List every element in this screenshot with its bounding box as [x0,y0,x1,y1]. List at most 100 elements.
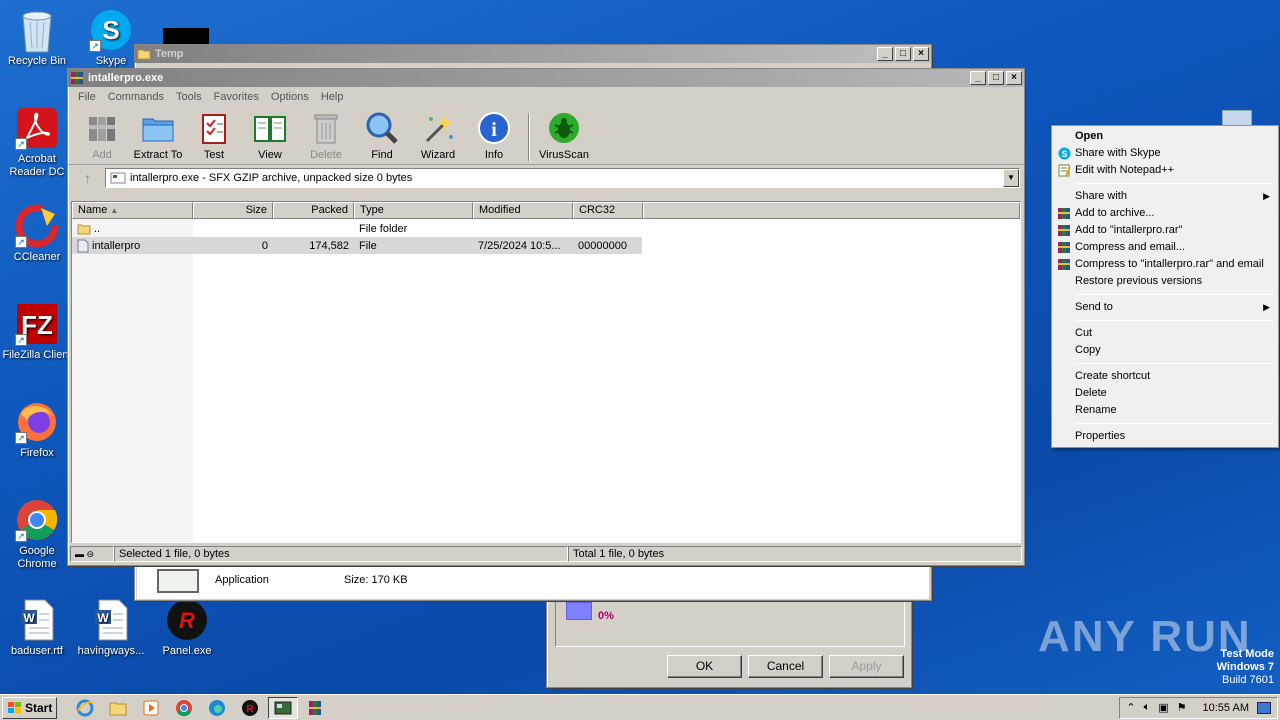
desktop-icon-panel-exe[interactable]: R Panel.exe [150,598,224,658]
desktop-icon-baduser[interactable]: W baduser.rtf [0,598,74,658]
column-type[interactable]: Type [354,202,473,219]
clock[interactable]: 10:55 AM [1203,702,1249,714]
taskbar-chrome-icon[interactable] [169,697,199,719]
menu-item-properties[interactable]: Properties [1054,428,1276,445]
menu-options[interactable]: Options [265,91,315,103]
desktop-icon-firefox[interactable]: ↗ Firefox [0,400,74,460]
winrar-icon [1058,207,1071,220]
menu-item-open[interactable]: Open [1054,128,1276,145]
menu-separator [1076,294,1274,295]
delete-button[interactable]: Delete [298,111,354,164]
cancel-button[interactable]: Cancel [748,655,823,678]
winrar-titlebar[interactable]: intallerpro.exe _ □ × [68,69,1024,87]
desktop-icon-chrome[interactable]: ↗ Google Chrome [0,498,74,571]
close-button[interactable]: × [913,47,929,61]
minimize-button[interactable]: _ [877,47,893,61]
find-button[interactable]: Find [354,111,410,164]
menu-tools[interactable]: Tools [170,91,208,103]
taskbar-explorer-icon[interactable] [103,697,133,719]
column-crc32[interactable]: CRC32 [573,202,643,219]
menu-item-share-skype[interactable]: S Share with Skype [1054,145,1276,162]
desktop-file-icon-partial [1222,110,1252,126]
taskbar-media-player-icon[interactable] [136,697,166,719]
wizard-button[interactable]: Wizard [410,111,466,164]
volume-icon[interactable]: 🔈︎ [1144,701,1151,714]
tray-expand-icon[interactable]: ⌃ [1126,701,1135,714]
column-size[interactable]: Size [193,202,273,219]
start-button[interactable]: Start [2,696,58,719]
action-center-flag-icon[interactable]: ⚑ [1177,701,1187,714]
menu-file[interactable]: File [72,91,102,103]
menu-item-delete[interactable]: Delete [1054,385,1276,402]
close-button[interactable]: × [1006,71,1022,85]
desktop-icon-label: Acrobat Reader DC [9,153,65,178]
taskbar-app-window-icon[interactable] [268,696,299,719]
add-button[interactable]: Add [74,111,130,164]
maximize-button[interactable]: □ [988,71,1004,85]
extract-to-button[interactable]: Extract To [130,111,186,164]
taskbar-redline-icon[interactable]: R [235,697,265,719]
test-button[interactable]: Test [186,111,242,164]
virusscan-button[interactable]: VirusScan [536,111,592,164]
drive-icons[interactable]: ▬ ⊖ [70,546,114,562]
menu-item-compress-rar-email[interactable]: Compress to "intallerpro.rar" and email [1054,256,1276,273]
ok-button[interactable]: OK [667,655,742,678]
word-document-icon: W [89,598,133,642]
taskbar-winrar-icon[interactable] [301,697,331,719]
menu-item-copy[interactable]: Copy [1054,342,1276,359]
menu-item-restore-versions[interactable]: Restore previous versions [1054,273,1276,290]
submenu-arrow-icon: ▶ [1263,302,1270,312]
skype-icon: S ↗ [89,8,133,52]
menu-item-add-to-rar[interactable]: Add to "intallerpro.rar" [1054,222,1276,239]
list-item[interactable]: .. File folder [72,220,643,237]
menu-favorites[interactable]: Favorites [208,91,265,103]
menu-item-notepadpp[interactable]: Edit with Notepad++ [1054,162,1276,179]
info-button[interactable]: i Info [466,111,522,164]
menu-item-send-to[interactable]: Send to ▶ [1054,299,1276,316]
desktop-icon-ccleaner[interactable]: ↗ CCleaner [0,204,74,264]
toolbar: Add Extract To Test View Delete Find Wiz… [68,107,1024,165]
test-clipboard-icon [202,114,226,144]
notepadpp-icon [1058,164,1071,177]
menu-help[interactable]: Help [315,91,350,103]
view-button[interactable]: View [242,111,298,164]
progress-area: 0% [555,599,905,647]
view-book-icon [254,116,286,142]
chevron-down-icon[interactable]: ▼ [1003,169,1019,187]
bug-icon [549,113,579,143]
column-packed[interactable]: Packed [273,202,354,219]
list-item-selected[interactable]: intallerpro 0 174,582 File 7/25/2024 10:… [72,237,642,254]
menu-item-rename[interactable]: Rename [1054,402,1276,419]
desktop-icon-label: Firefox [20,447,54,459]
extract-folder-icon [142,118,174,142]
temp-titlebar[interactable]: Temp _ □ × [135,45,931,63]
minimize-button[interactable]: _ [970,71,986,85]
desktop-icon-acrobat[interactable]: ↗ Acrobat Reader DC [0,106,74,179]
redline-app-icon: R [165,598,209,642]
menu-item-cut[interactable]: Cut [1054,325,1276,342]
desktop-icon-filezilla[interactable]: FZ ↗ FileZilla Client [0,302,74,362]
up-arrow-icon[interactable]: ↑ [84,170,91,186]
archive-path-field[interactable]: intallerpro.exe - SFX GZIP archive, unpa… [105,168,1020,188]
network-icon[interactable]: ▣ [1158,701,1168,714]
column-name[interactable]: Name ▲ [72,202,193,219]
menu-commands[interactable]: Commands [102,91,170,103]
column-modified[interactable]: Modified [473,202,573,219]
desktop-icon-havingways[interactable]: W havingways... [74,598,148,658]
apply-button[interactable]: Apply [829,655,904,678]
maximize-button[interactable]: □ [895,47,911,61]
file-list[interactable]: Name ▲ Size Packed Type Modified CRC32 .… [71,201,1021,543]
desktop-icon-label: CCleaner [13,251,61,263]
desktop-icon-recycle-bin[interactable]: Recycle Bin [0,8,74,68]
taskbar-ie-icon[interactable] [70,697,100,719]
menu-item-create-shortcut[interactable]: Create shortcut [1054,368,1276,385]
menu-item-compress-email[interactable]: Compress and email... [1054,239,1276,256]
context-menu: Open S Share with Skype Edit with Notepa… [1051,125,1279,448]
archive-file-icon [110,172,126,184]
winrar-window[interactable]: intallerpro.exe _ □ × File Commands Tool… [67,68,1025,566]
menu-item-share-with[interactable]: Share with ▶ [1054,188,1276,205]
show-desktop-icon[interactable] [1257,701,1271,714]
menu-item-add-to-archive[interactable]: Add to archive... [1054,205,1276,222]
taskbar-edge-icon[interactable] [202,697,232,719]
magnifier-icon [366,112,398,144]
